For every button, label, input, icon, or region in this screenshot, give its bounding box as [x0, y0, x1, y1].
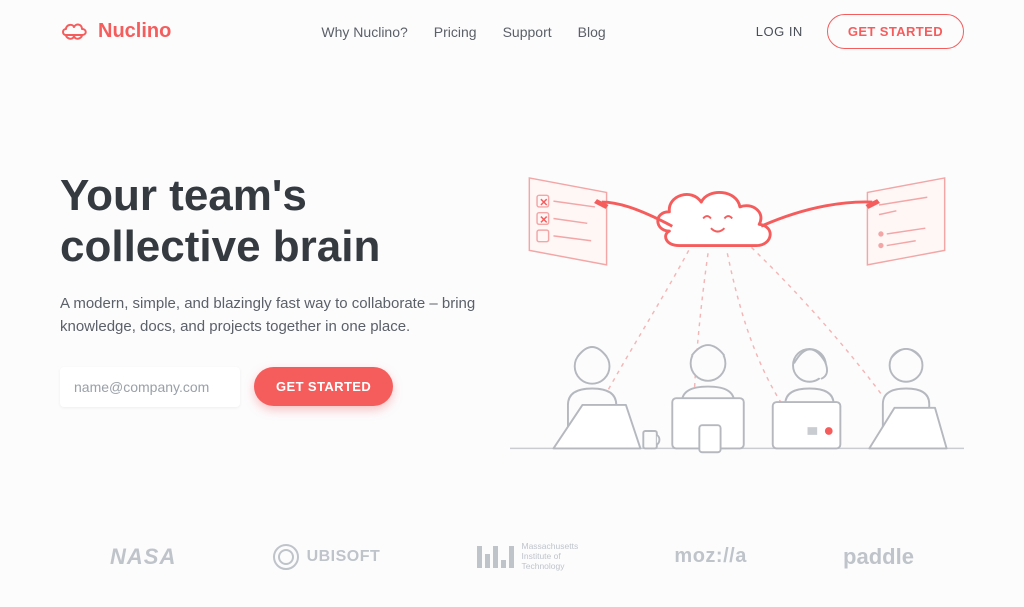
- paddle-text: paddle: [843, 544, 914, 570]
- nav-support[interactable]: Support: [503, 24, 552, 40]
- signup-form: GET STARTED: [60, 367, 490, 407]
- nav-pricing[interactable]: Pricing: [434, 24, 477, 40]
- team-cloud-illustration-icon: [510, 153, 964, 483]
- brand-name: Nuclino: [98, 20, 171, 43]
- hero-illustration: [510, 153, 964, 488]
- hero-title: Your team's collective brain: [60, 171, 490, 272]
- client-logo-nasa: NASA: [110, 544, 176, 570]
- nav-blog[interactable]: Blog: [578, 24, 606, 40]
- brain-cloud-icon: [60, 21, 90, 43]
- mit-text: Massachusetts Institute of Technology: [522, 542, 579, 571]
- client-logo-mit: Massachusetts Institute of Technology: [477, 542, 579, 571]
- client-logo-mozilla: moz://a: [674, 545, 746, 568]
- ubisoft-swirl-icon: [273, 544, 299, 570]
- nav-why[interactable]: Why Nuclino?: [321, 24, 407, 40]
- hero-title-line1: Your team's: [60, 171, 307, 220]
- hero-section: Your team's collective brain A modern, s…: [0, 63, 1024, 488]
- ubisoft-text: UBISOFT: [307, 548, 381, 566]
- hero-copy: Your team's collective brain A modern, s…: [60, 153, 490, 488]
- client-logo-paddle: paddle: [843, 544, 914, 570]
- mozilla-text: moz://a: [674, 545, 746, 568]
- client-logo-ubisoft: UBISOFT: [273, 544, 381, 570]
- client-logos-row: NASA UBISOFT Massachusetts Institute of …: [0, 488, 1024, 571]
- hero-title-line2: collective brain: [60, 222, 380, 271]
- hero-subtitle: A modern, simple, and blazingly fast way…: [60, 292, 490, 339]
- nav-right: LOG IN GET STARTED: [756, 14, 964, 49]
- mit-bars-icon: [477, 546, 514, 568]
- login-link[interactable]: LOG IN: [756, 24, 803, 39]
- primary-nav: Why Nuclino? Pricing Support Blog: [321, 24, 605, 40]
- get-started-button-header[interactable]: GET STARTED: [827, 14, 964, 49]
- brand-logo[interactable]: Nuclino: [60, 20, 171, 43]
- email-field[interactable]: [60, 367, 240, 407]
- get-started-button-hero[interactable]: GET STARTED: [254, 367, 393, 406]
- nasa-text: NASA: [110, 544, 176, 570]
- site-header: Nuclino Why Nuclino? Pricing Support Blo…: [0, 0, 1024, 63]
